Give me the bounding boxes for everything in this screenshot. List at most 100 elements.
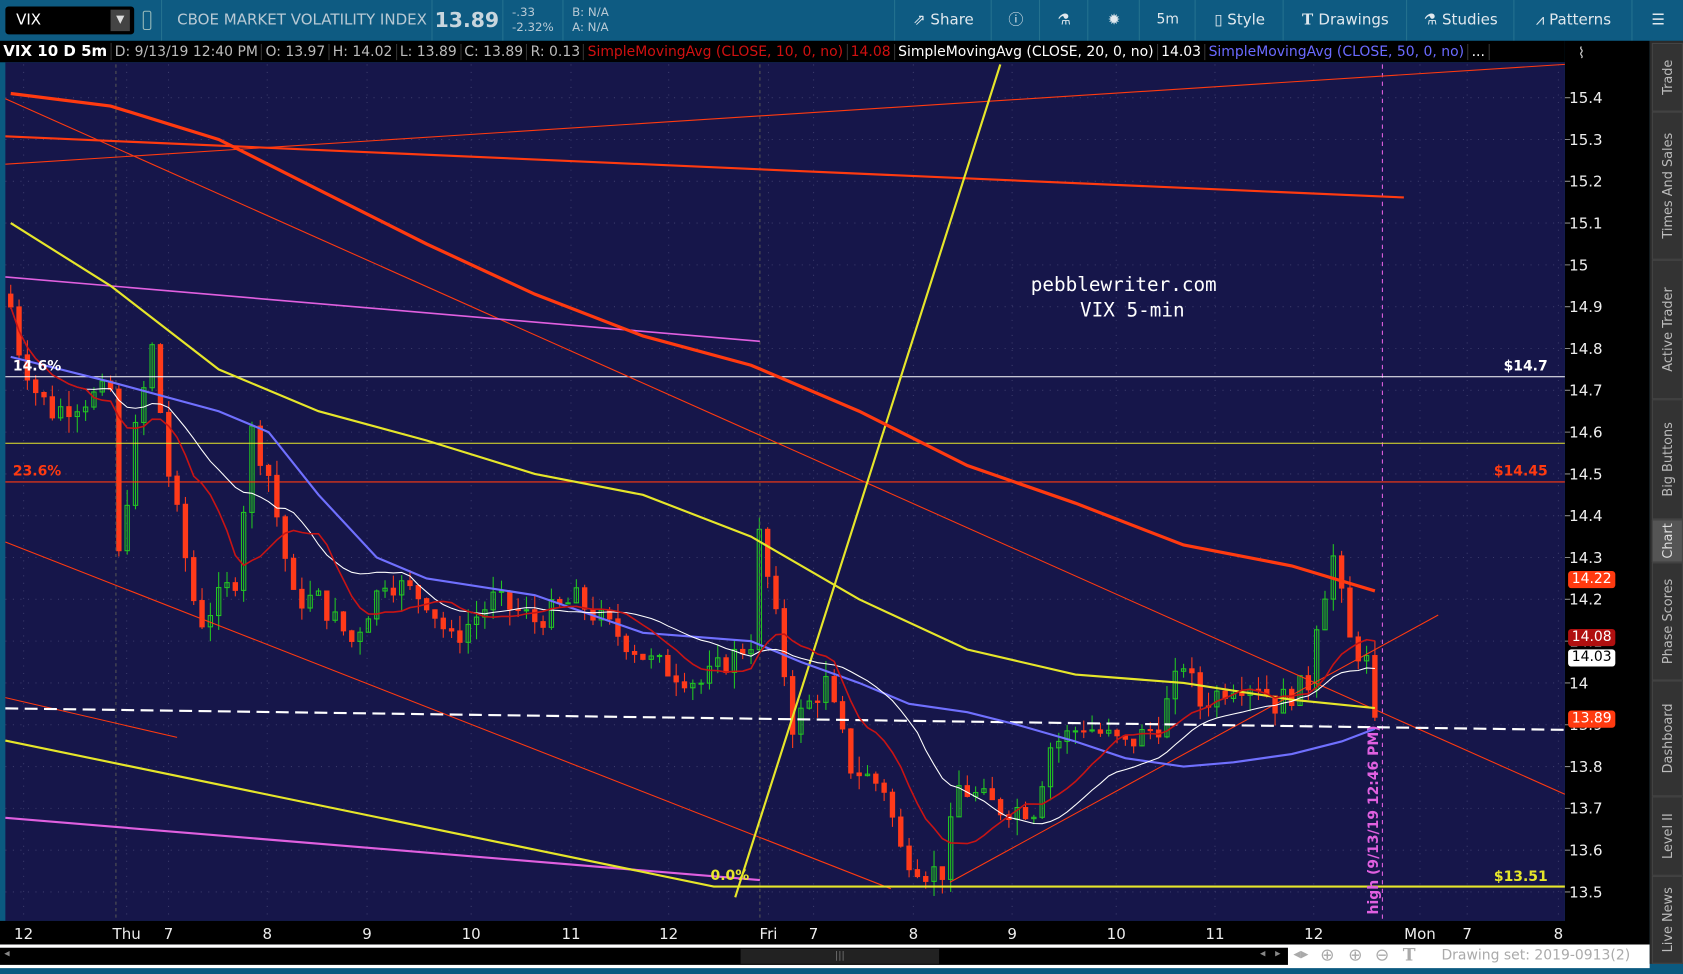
y-tick-label: 14.5 bbox=[1569, 465, 1602, 483]
symbol-selector[interactable]: VIX ▼ bbox=[5, 6, 135, 35]
bid-ask: B: N/A A: N/A bbox=[562, 0, 625, 41]
crosshair-icon[interactable]: ⊕ bbox=[1320, 945, 1334, 965]
studies-button[interactable]: ⚗ Studies bbox=[1406, 0, 1514, 41]
candle-down bbox=[723, 657, 729, 673]
more-studies[interactable]: ... bbox=[1468, 44, 1490, 61]
flask-button[interactable]: ⚗ bbox=[1038, 0, 1088, 41]
candle-down bbox=[1305, 675, 1312, 691]
price-tag-sma200: 14.22 bbox=[1568, 570, 1616, 589]
scroll-right-icon[interactable]: ▸ bbox=[1275, 948, 1280, 960]
price-chart[interactable]: pebblewriter.com VIX 5-min 14.6% 23.6% 0… bbox=[0, 62, 1650, 945]
price-scale-icon[interactable]: ⌇ bbox=[1578, 45, 1585, 62]
candle-down bbox=[681, 681, 688, 689]
candle-down bbox=[191, 557, 197, 602]
candle-down bbox=[265, 464, 272, 476]
level-label-14-45: $14.45 bbox=[1494, 463, 1548, 479]
candle-down bbox=[257, 425, 263, 466]
bar-high: H: 14.02 bbox=[329, 44, 397, 61]
candle-up bbox=[656, 654, 663, 658]
y-tick-label: 13.6 bbox=[1569, 842, 1602, 860]
y-tick-label: 14.4 bbox=[1569, 507, 1602, 525]
candle-down bbox=[232, 582, 239, 591]
zoom-out-icon[interactable]: ⊖ bbox=[1375, 945, 1389, 965]
thinkorswim-chart-window: VIX ▼ CBOE MARKET VOLATILITY INDEX 13.89 … bbox=[0, 0, 1683, 974]
plot-background bbox=[5, 62, 1565, 921]
watermark-title: VIX 5-min bbox=[1080, 299, 1185, 322]
candle-down bbox=[1130, 738, 1137, 747]
candle-down bbox=[673, 675, 679, 683]
candle-down bbox=[923, 876, 929, 882]
text-tool-icon[interactable]: T bbox=[1403, 945, 1416, 965]
sma10-value: 14.08 bbox=[847, 44, 895, 61]
fib-label-0: 0.0% bbox=[711, 868, 750, 884]
candle-down bbox=[8, 293, 14, 308]
timeframe-button[interactable]: 5m bbox=[1138, 0, 1196, 41]
candle-down bbox=[615, 618, 621, 637]
x-tick-label: Mon bbox=[1404, 925, 1436, 943]
sma50-label[interactable]: SimpleMovingAvg (CLOSE, 50, 0, no) bbox=[1205, 44, 1469, 61]
level-label-14-7: $14.7 bbox=[1504, 358, 1548, 374]
drawings-button[interactable]: T Drawings bbox=[1282, 0, 1408, 41]
scroll-left-icon[interactable]: ◂ bbox=[4, 948, 9, 960]
sidebar-tab-label: Level II bbox=[1659, 813, 1675, 859]
candle-down bbox=[166, 411, 172, 477]
candle-down bbox=[789, 676, 796, 735]
change-value: -.33 bbox=[511, 5, 536, 20]
share-button[interactable]: ⇗ Share bbox=[894, 0, 992, 41]
candle-down bbox=[1355, 636, 1361, 662]
symbol-description: CBOE MARKET VOLATILITY INDEX bbox=[160, 0, 430, 41]
menu-button[interactable]: ☰ bbox=[1631, 0, 1683, 41]
y-tick-label: 15.3 bbox=[1569, 131, 1602, 149]
sidebar-tab-dashboard[interactable]: Dashboard bbox=[1651, 680, 1683, 797]
patterns-button[interactable]: ⩘ Patterns bbox=[1513, 0, 1632, 41]
patterns-label: Patterns bbox=[1549, 11, 1612, 29]
horizontal-scrollbar[interactable]: ||| ◂ ◂ ▸ bbox=[0, 947, 1288, 965]
candle-down bbox=[540, 621, 546, 628]
sidebar-tab-label: Trade bbox=[1659, 59, 1675, 95]
settings-button[interactable]: ✹ bbox=[1087, 0, 1140, 41]
candle-down bbox=[174, 475, 180, 505]
sma20-label[interactable]: SimpleMovingAvg (CLOSE, 20, 0, no) bbox=[894, 44, 1158, 61]
sidebar-tab-live-news[interactable]: Live News bbox=[1651, 875, 1683, 964]
sidebar-tab-label: Active Trader bbox=[1659, 287, 1675, 372]
candle-down bbox=[623, 635, 629, 653]
price-tag-sma10: 14.08 bbox=[1568, 628, 1616, 647]
sidebar-tab-label: Chart bbox=[1659, 523, 1675, 559]
y-tick-label: 14 bbox=[1569, 674, 1588, 692]
sidebar-tab-big-buttons[interactable]: Big Buttons bbox=[1651, 399, 1683, 520]
candle-down bbox=[1189, 668, 1195, 674]
chevron-down-icon[interactable]: ▼ bbox=[110, 9, 130, 32]
expand-icon[interactable]: ◂▸ bbox=[1293, 946, 1308, 963]
candle-down bbox=[349, 630, 355, 642]
studies-label: Studies bbox=[1442, 11, 1498, 29]
gear-icon: ✹ bbox=[1107, 11, 1121, 29]
sidebar-tab-chart[interactable]: Chart bbox=[1651, 519, 1683, 563]
candle-down bbox=[606, 609, 613, 620]
scrollbar-thumb[interactable]: ||| bbox=[740, 948, 940, 964]
sidebar-tab-level-ii[interactable]: Level II bbox=[1651, 796, 1683, 876]
candle-down bbox=[507, 590, 513, 610]
watermark-site: pebblewriter.com bbox=[1031, 273, 1217, 296]
time-axis[interactable] bbox=[0, 920, 1650, 945]
bar-close: C: 13.89 bbox=[461, 44, 528, 61]
patterns-icon: ⩘ bbox=[1535, 11, 1550, 29]
sidebar-tab-phase-scores[interactable]: Phase Scores bbox=[1651, 562, 1683, 681]
x-tick-label: 9 bbox=[1007, 925, 1017, 943]
chart-title: VIX 10 D 5m bbox=[0, 42, 112, 61]
price-tag-last: 13.89 bbox=[1568, 710, 1616, 728]
sidebar-tab-times-and-sales[interactable]: Times And Sales bbox=[1651, 111, 1683, 260]
info-button[interactable]: ⓘ bbox=[990, 0, 1040, 41]
link-icon[interactable] bbox=[142, 10, 152, 31]
scroll-left-icon[interactable]: ◂ bbox=[1260, 948, 1265, 960]
drawing-set-selector[interactable]: Drawing set: 2019-0913(2) bbox=[1441, 948, 1630, 964]
sidebar-tab-trade[interactable]: Trade bbox=[1651, 42, 1683, 112]
x-tick-label: 11 bbox=[1205, 925, 1224, 943]
sidebar-tab-active-trader[interactable]: Active Trader bbox=[1651, 259, 1683, 400]
candle-down bbox=[1347, 587, 1353, 638]
zoom-in-icon[interactable]: ⊕ bbox=[1348, 945, 1362, 965]
sma10-label[interactable]: SimpleMovingAvg (CLOSE, 10, 0, no) bbox=[584, 44, 848, 61]
style-button[interactable]: ▯ Style bbox=[1194, 0, 1284, 41]
ask-value: A: N/A bbox=[572, 20, 609, 35]
last-price: 13.89 bbox=[431, 0, 501, 41]
sidebar-tab-label: Big Buttons bbox=[1659, 422, 1675, 497]
